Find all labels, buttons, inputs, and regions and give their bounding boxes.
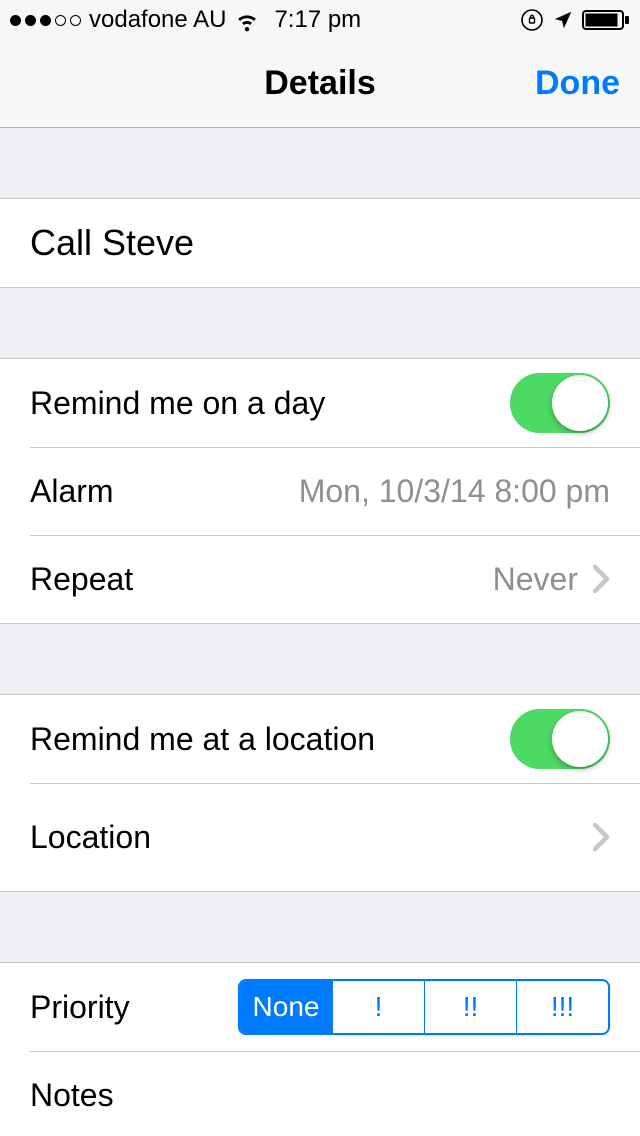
day-group: Remind me on a day Alarm Mon, 10/3/14 8:…: [0, 358, 640, 624]
done-button[interactable]: Done: [535, 64, 620, 103]
signal-strength-icon: [10, 15, 81, 26]
alarm-value: Mon, 10/3/14 8:00 pm: [299, 473, 610, 510]
chevron-right-icon: [592, 564, 610, 594]
battery-icon: [582, 9, 630, 31]
chevron-right-icon: [592, 822, 610, 852]
remind-location-label: Remind me at a location: [30, 721, 375, 758]
reminder-title-field[interactable]: Call Steve: [0, 199, 640, 287]
notes-label: Notes: [30, 1077, 114, 1114]
notes-row[interactable]: Notes: [0, 1051, 640, 1136]
location-row[interactable]: Location: [0, 783, 640, 891]
wifi-icon: [234, 7, 260, 33]
title-group: Call Steve: [0, 198, 640, 288]
orientation-lock-icon: [520, 8, 544, 32]
remind-day-label: Remind me on a day: [30, 385, 325, 422]
priority-option-medium[interactable]: !!: [424, 981, 516, 1033]
section-gap: [0, 128, 640, 198]
status-time: 7:17 pm: [274, 6, 361, 34]
priority-option-high[interactable]: !!!: [516, 981, 608, 1033]
alarm-label: Alarm: [30, 473, 114, 510]
remind-location-row: Remind me at a location: [0, 695, 640, 783]
priority-option-none[interactable]: None: [240, 981, 332, 1033]
repeat-row[interactable]: Repeat Never: [0, 535, 640, 623]
remind-day-toggle[interactable]: [510, 373, 610, 433]
alarm-row[interactable]: Alarm Mon, 10/3/14 8:00 pm: [0, 447, 640, 535]
location-services-icon: [552, 9, 574, 31]
remind-location-toggle[interactable]: [510, 709, 610, 769]
carrier-label: vodafone AU: [89, 6, 226, 34]
repeat-value: Never: [493, 561, 578, 598]
nav-bar: Details Done: [0, 40, 640, 128]
reminder-title-text: Call Steve: [30, 222, 194, 264]
status-bar: vodafone AU 7:17 pm: [0, 0, 640, 40]
page-title: Details: [264, 64, 376, 103]
priority-row: Priority None ! !! !!!: [0, 963, 640, 1051]
location-group: Remind me at a location Location: [0, 694, 640, 892]
repeat-label: Repeat: [30, 561, 133, 598]
priority-group: Priority None ! !! !!! Notes: [0, 962, 640, 1136]
priority-label: Priority: [30, 989, 130, 1026]
remind-day-row: Remind me on a day: [0, 359, 640, 447]
location-label: Location: [30, 819, 151, 856]
priority-segmented-control[interactable]: None ! !! !!!: [238, 979, 610, 1035]
priority-option-low[interactable]: !: [332, 981, 424, 1033]
